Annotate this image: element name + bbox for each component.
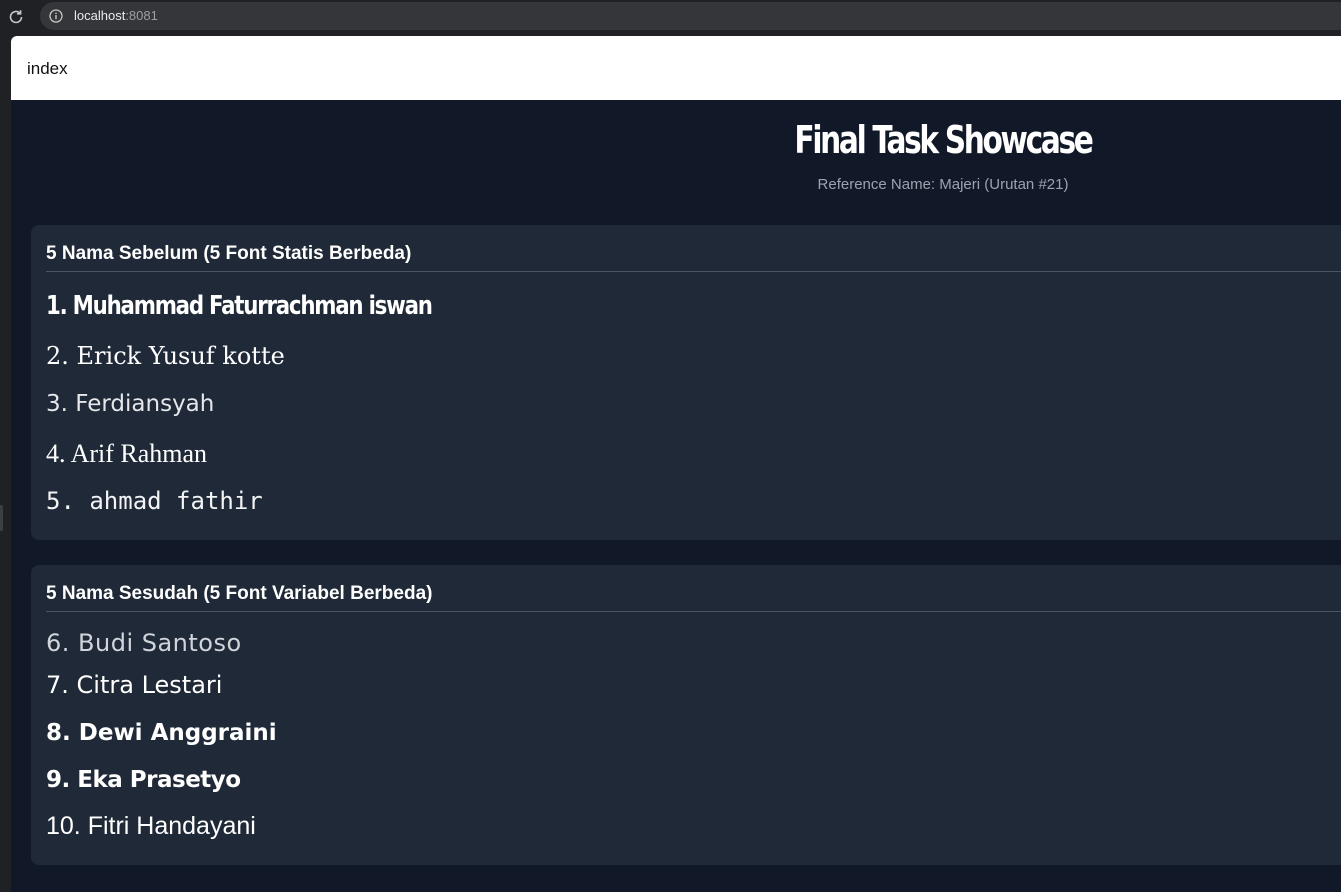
- name-item: 9. Eka Prasetyo: [46, 767, 241, 793]
- page-title: index: [27, 59, 68, 78]
- info-icon[interactable]: [49, 9, 63, 23]
- name-item: 2. Erick Yusuf kotte: [46, 342, 285, 370]
- section-divider: [46, 611, 1341, 612]
- section-after-card: 5 Nama Sesudah (5 Font Variabel Berbeda)…: [31, 565, 1341, 865]
- name-item: 7. Citra Lestari: [46, 671, 223, 699]
- browser-toolbar: localhost:8081: [0, 0, 1341, 33]
- name-item: 10. Fitri Handayani: [46, 812, 256, 840]
- section-divider: [46, 271, 1341, 272]
- name-item: 1. Muhammad Faturrachman iswan: [46, 291, 433, 321]
- subtitle: Reference Name: Majeri (Urutan #21): [817, 176, 1069, 193]
- name-item: 6. Budi Santoso: [46, 629, 242, 657]
- reload-icon[interactable]: [6, 7, 26, 27]
- name-item: 3. Ferdiansyah: [46, 391, 215, 417]
- side-panel-strip: [0, 33, 11, 892]
- main-title: Final Task Showcase: [794, 118, 1093, 162]
- section-before-card: 5 Nama Sebelum (5 Font Statis Berbeda) 1…: [31, 225, 1341, 540]
- page-title-bar: index: [11, 36, 1341, 100]
- name-item: 5. ahmad fathir: [46, 487, 263, 515]
- name-item: 4. Arif Rahman: [46, 439, 208, 468]
- header: Final Task Showcase Reference Name: Maje…: [11, 100, 1341, 224]
- section-heading: 5 Nama Sebelum (5 Font Statis Berbeda): [46, 243, 412, 264]
- resize-handle[interactable]: [0, 505, 3, 531]
- address-bar[interactable]: localhost:8081: [40, 2, 1341, 30]
- url-port: :8081: [125, 8, 158, 23]
- app-content: Final Task Showcase Reference Name: Maje…: [11, 100, 1341, 892]
- name-item: 8. Dewi Anggraini: [46, 720, 277, 746]
- url-host: localhost: [74, 8, 126, 23]
- url-text[interactable]: localhost:8081: [74, 8, 158, 23]
- section-heading: 5 Nama Sesudah (5 Font Variabel Berbeda): [46, 583, 433, 604]
